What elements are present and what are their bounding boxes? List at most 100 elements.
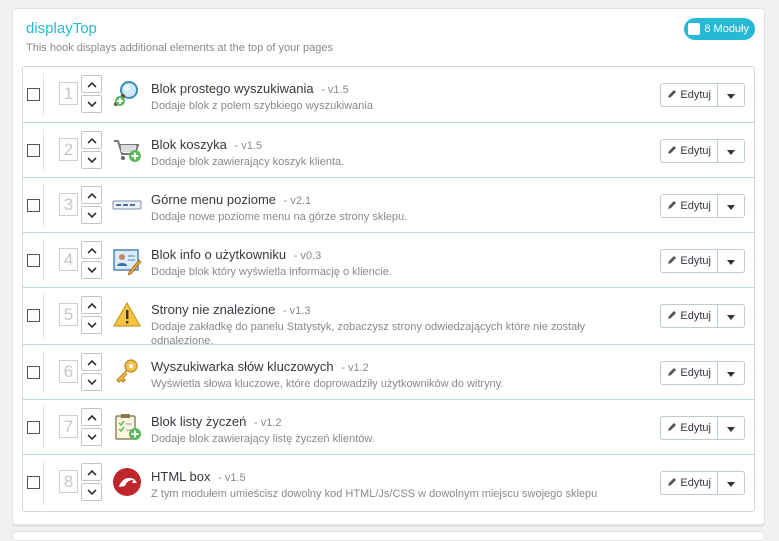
caret-down-icon: [727, 419, 735, 437]
move-up-button[interactable]: [81, 296, 102, 314]
move-down-button[interactable]: [81, 151, 102, 169]
module-description: Dodaje blok z polem szybkiego wyszukiwan…: [151, 100, 373, 112]
actions-dropdown-button[interactable]: [717, 249, 745, 273]
module-actions: Edytuj: [660, 139, 745, 163]
edit-button[interactable]: Edytuj: [660, 139, 717, 163]
actions-dropdown-button[interactable]: [717, 139, 745, 163]
row-divider: [43, 406, 44, 448]
row-divider: [43, 184, 44, 226]
module-select-checkbox[interactable]: [27, 199, 40, 212]
move-down-button[interactable]: [81, 95, 102, 113]
module-select-checkbox[interactable]: [27, 421, 40, 434]
position-arrows: [81, 186, 102, 224]
module-version: - v1.2: [341, 362, 369, 374]
caret-down-icon: [727, 307, 735, 325]
row-divider: [43, 73, 44, 116]
position-arrows: [81, 296, 102, 334]
move-down-button[interactable]: [81, 316, 102, 334]
module-version: - v0.3: [293, 250, 322, 262]
move-down-button[interactable]: [81, 428, 102, 446]
edit-button[interactable]: Edytuj: [660, 304, 717, 328]
module-list: 1 Blok prostego wyszukiwania - v1.5 Doda…: [22, 66, 755, 512]
move-up-button[interactable]: [81, 408, 102, 426]
edit-button[interactable]: Edytuj: [660, 416, 717, 440]
pencil-icon: [667, 310, 677, 323]
module-name-label: Blok koszyka: [151, 137, 227, 152]
module-version: - v1.5: [321, 84, 349, 96]
module-version: - v2.1: [283, 195, 312, 207]
chevron-down-icon: [86, 378, 97, 386]
edit-button[interactable]: Edytuj: [660, 249, 717, 273]
caret-down-icon: [727, 364, 735, 382]
module-version: - v1.3: [282, 305, 311, 317]
module-name: Strony nie znalezione - v1.3: [151, 302, 310, 317]
module-name: Blok listy życzeń - v1.2: [151, 414, 282, 429]
actions-dropdown-button[interactable]: [717, 304, 745, 328]
move-down-button[interactable]: [81, 373, 102, 391]
actions-dropdown-button[interactable]: [717, 194, 745, 218]
move-up-button[interactable]: [81, 131, 102, 149]
chevron-down-icon: [86, 321, 97, 329]
badge-checkbox[interactable]: [688, 23, 701, 35]
module-position: 1: [59, 82, 78, 105]
html-box-module-icon: [112, 467, 142, 497]
position-arrows: [81, 75, 102, 113]
actions-dropdown-button[interactable]: [717, 361, 745, 385]
module-row: 2 Blok koszyka - v1.5 Dodaje blok zawier…: [23, 122, 754, 177]
edit-button-label: Edytuj: [680, 422, 711, 434]
move-down-button[interactable]: [81, 261, 102, 279]
module-version: - v1.5: [234, 140, 263, 152]
module-actions: Edytuj: [660, 249, 745, 273]
move-up-button[interactable]: [81, 186, 102, 204]
module-row: 3 Górne menu poziome - v2.1 Dodaje nowe …: [23, 177, 754, 232]
warning-module-icon: [112, 300, 142, 330]
edit-button[interactable]: Edytuj: [660, 83, 717, 107]
hook-description: This hook displays additional elements a…: [26, 42, 333, 54]
move-up-button[interactable]: [81, 463, 102, 481]
module-name: Górne menu poziome - v2.1: [151, 192, 311, 207]
actions-dropdown-button[interactable]: [717, 416, 745, 440]
module-row: 4 Blok info o użytkowniku - v0.3 Dodaje …: [23, 232, 754, 287]
module-name: Blok info o użytkowniku - v0.3: [151, 247, 321, 262]
caret-down-icon: [727, 474, 735, 492]
edit-button[interactable]: Edytuj: [660, 194, 717, 218]
hook-panel: displayTop This hook displays additional…: [12, 8, 765, 525]
module-name-label: Blok info o użytkowniku: [151, 247, 287, 262]
move-up-button[interactable]: [81, 241, 102, 259]
module-select-checkbox[interactable]: [27, 309, 40, 322]
move-up-button[interactable]: [81, 353, 102, 371]
module-description: Wyświetla słowa kluczowe, które doprowad…: [151, 378, 504, 390]
module-select-checkbox[interactable]: [27, 366, 40, 379]
module-count-badge[interactable]: 8 Moduły: [684, 18, 755, 40]
module-description: Dodaje nowe poziome menu na górze strony…: [151, 211, 408, 223]
edit-button-label: Edytuj: [680, 310, 711, 322]
chevron-down-icon: [86, 433, 97, 441]
module-row: 5 Strony nie znalezione - v1.3 Dodaje za…: [23, 287, 754, 347]
cart-module-icon: [112, 135, 142, 165]
module-version: - v1.2: [254, 417, 282, 429]
chevron-up-icon: [86, 359, 97, 366]
move-up-button[interactable]: [81, 75, 102, 93]
module-name-label: Blok prostego wyszukiwania: [151, 81, 314, 96]
module-name: Blok prostego wyszukiwania - v1.5: [151, 81, 349, 96]
position-arrows: [81, 463, 102, 501]
module-select-checkbox[interactable]: [27, 476, 40, 489]
module-actions: Edytuj: [660, 304, 745, 328]
position-arrows: [81, 241, 102, 279]
module-select-checkbox[interactable]: [27, 144, 40, 157]
actions-dropdown-button[interactable]: [717, 471, 745, 495]
edit-button[interactable]: Edytuj: [660, 471, 717, 495]
actions-dropdown-button[interactable]: [717, 83, 745, 107]
next-panel-edge: [12, 531, 765, 541]
position-arrows: [81, 353, 102, 391]
edit-button[interactable]: Edytuj: [660, 361, 717, 385]
chevron-down-icon: [86, 488, 97, 496]
module-select-checkbox[interactable]: [27, 254, 40, 267]
module-name-label: Górne menu poziome: [151, 192, 277, 207]
module-name-label: Blok listy życzeń: [151, 414, 247, 429]
module-position: 8: [59, 470, 78, 493]
module-name-label: Strony nie znalezione: [151, 302, 276, 317]
module-select-checkbox[interactable]: [27, 88, 40, 101]
move-down-button[interactable]: [81, 483, 102, 501]
move-down-button[interactable]: [81, 206, 102, 224]
